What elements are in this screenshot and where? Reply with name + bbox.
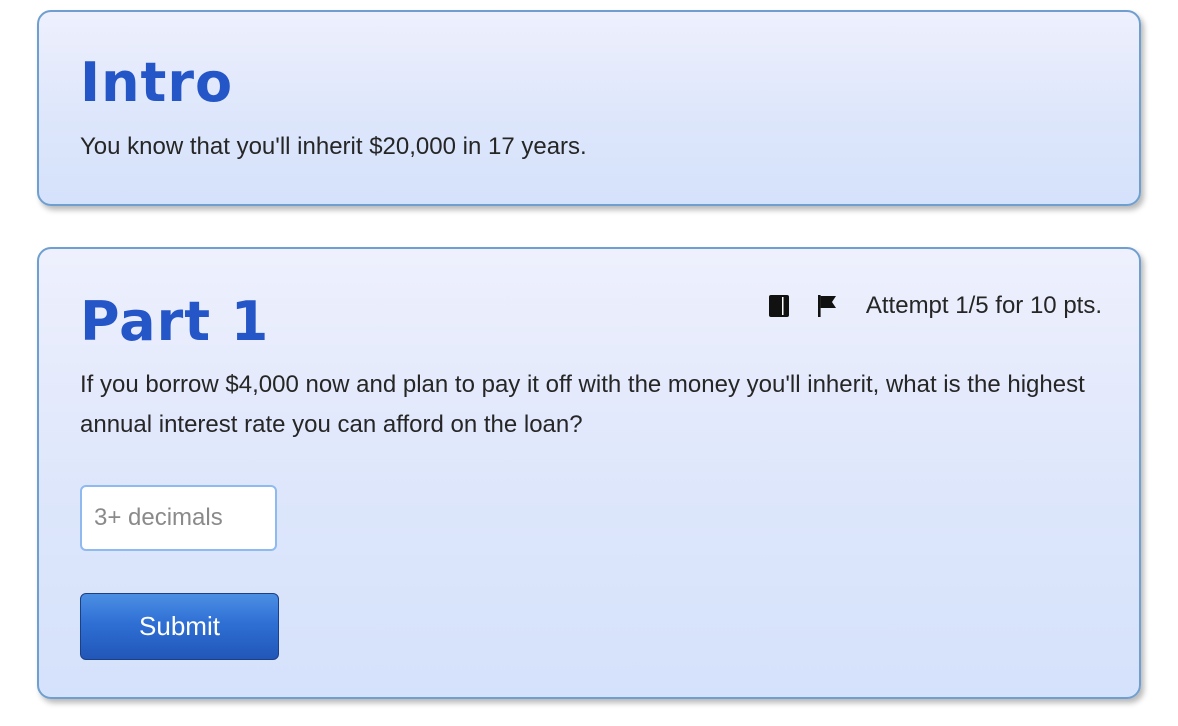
book-icon[interactable] [767, 293, 791, 319]
question-text: If you borrow $4,000 now and plan to pay… [80, 371, 1085, 438]
attempt-meta: Attempt 1/5 for 10 pts. [767, 292, 1102, 320]
attempt-text: Attempt 1/5 for 10 pts. [865, 292, 1102, 319]
answer-input[interactable] [80, 485, 277, 551]
intro-card: Intro You know that you'll inherit $20,0… [37, 10, 1141, 206]
intro-title: Intro [80, 51, 234, 114]
flag-icon[interactable] [815, 293, 839, 319]
intro-text: You know that you'll inherit $20,000 in … [80, 133, 587, 160]
submit-button[interactable]: Submit [80, 593, 279, 660]
part-1-title: Part 1 [80, 290, 270, 353]
part-1-card: Part 1 Attempt 1/5 for 10 pts. If you bo… [37, 247, 1141, 699]
